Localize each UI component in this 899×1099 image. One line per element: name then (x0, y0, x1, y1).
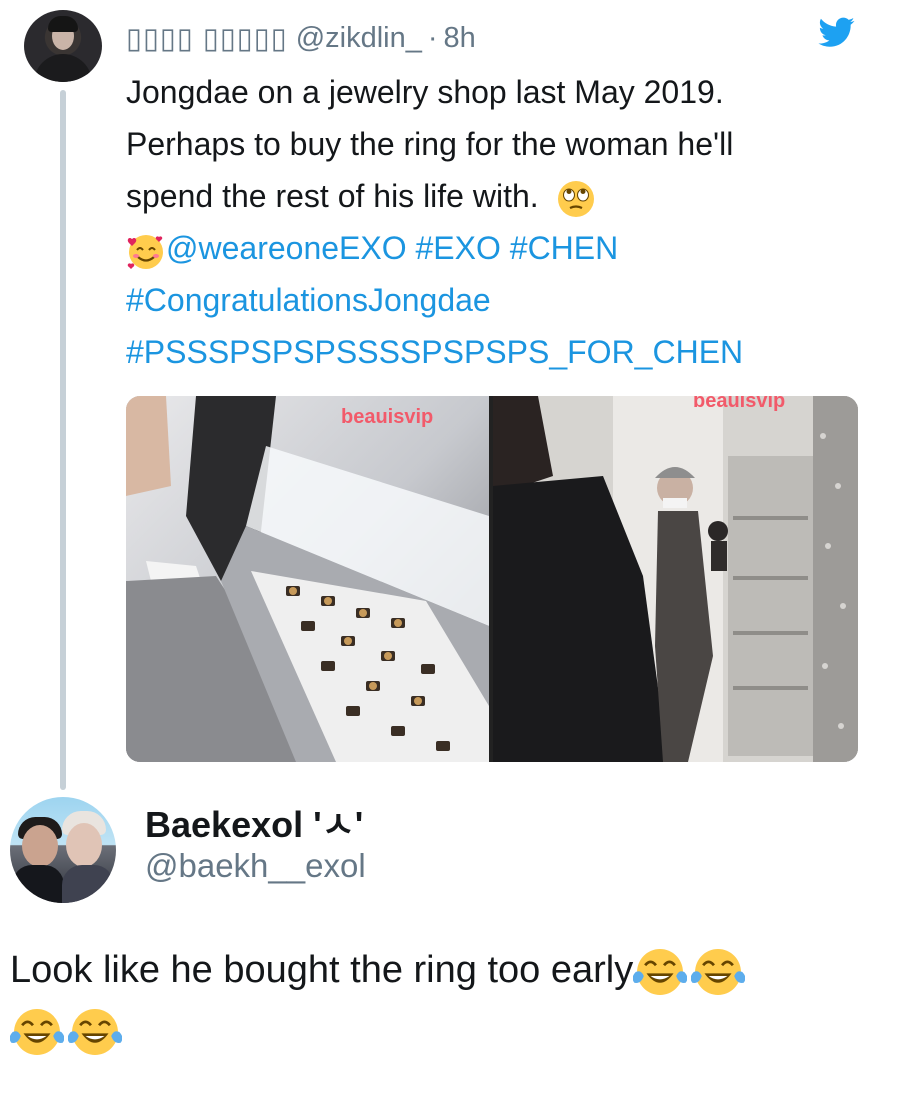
reply-author-avatar[interactable] (10, 797, 116, 903)
tweet-header: ▯▯▯▯ ▯▯▯▯▯ @zikdlin_ · 8h (126, 18, 476, 58)
face-with-tears-of-joy-emoji-icon (633, 949, 688, 995)
hashtag-link[interactable]: #CHEN (510, 230, 618, 266)
avatar-person-body (12, 865, 64, 903)
avatar-person-face (66, 823, 102, 867)
avatar-shoulders (34, 54, 92, 82)
smiling-face-with-hearts-emoji-icon (127, 234, 163, 269)
tweet-text-line: @weareoneEXO #EXO #CHEN (126, 222, 866, 274)
media-photo-left[interactable]: beauisvip (126, 396, 489, 762)
face-with-rolling-eyes-emoji-icon (557, 180, 594, 217)
reply-text: Look like he bought the ring too early (10, 940, 890, 1060)
shop-interior-photo (493, 396, 858, 762)
media-watermark: beauisvip (693, 396, 786, 412)
reply-author-name[interactable]: Baekexol 'ㅅ' (145, 796, 363, 848)
hashtag-link[interactable]: #CongratulationsJongdae (126, 274, 866, 326)
hashtag-link[interactable]: #PSSSPSPSPSSSSPSPSPS_FOR_CHEN (126, 326, 866, 378)
media-photo-right[interactable]: beauisvip (493, 396, 858, 762)
reply-text-line: Look like he bought the ring too early (10, 940, 890, 1000)
reply-author-handle[interactable]: @baekh__exol (145, 847, 366, 885)
tweet-text-line: Perhaps to buy the ring for the woman he… (126, 126, 734, 162)
tweet-timestamp[interactable]: 8h (444, 22, 476, 55)
face-with-tears-of-joy-emoji-icon (68, 1009, 122, 1055)
face-with-tears-of-joy-emoji-icon (691, 949, 746, 995)
avatar-person-body (62, 865, 114, 903)
tweet-text: Jongdae on a jewelry shop last May 2019.… (126, 66, 866, 378)
avatar-person-face (22, 825, 58, 867)
thread-connector-line (60, 90, 66, 790)
tweet-text-line: Jongdae on a jewelry shop last May 2019. (126, 74, 724, 110)
author-avatar[interactable] (24, 10, 102, 82)
tweet-media[interactable]: beauisvip beauisvip (126, 396, 858, 762)
face-with-tears-of-joy-emoji-icon (10, 1009, 64, 1055)
tweet-text-line: spend the rest of his life with. (126, 170, 866, 222)
tweet-text-fragment: spend the rest of his life with. (126, 178, 539, 214)
jewelry-display-photo (126, 396, 489, 762)
media-watermark: beauisvip (341, 406, 434, 428)
hashtag-link[interactable]: #EXO (416, 230, 501, 266)
twitter-bird-icon (818, 17, 855, 47)
reply-text-line (10, 1000, 890, 1060)
author-handle[interactable]: @zikdlin_ (296, 22, 422, 55)
header-separator: · (427, 21, 438, 54)
reply-text-fragment: Look like he bought the ring too early (10, 949, 634, 991)
avatar-hair (48, 16, 78, 32)
author-name[interactable]: ▯▯▯▯ ▯▯▯▯▯ (126, 21, 288, 56)
mention-link[interactable]: @weareoneEXO (166, 230, 407, 266)
